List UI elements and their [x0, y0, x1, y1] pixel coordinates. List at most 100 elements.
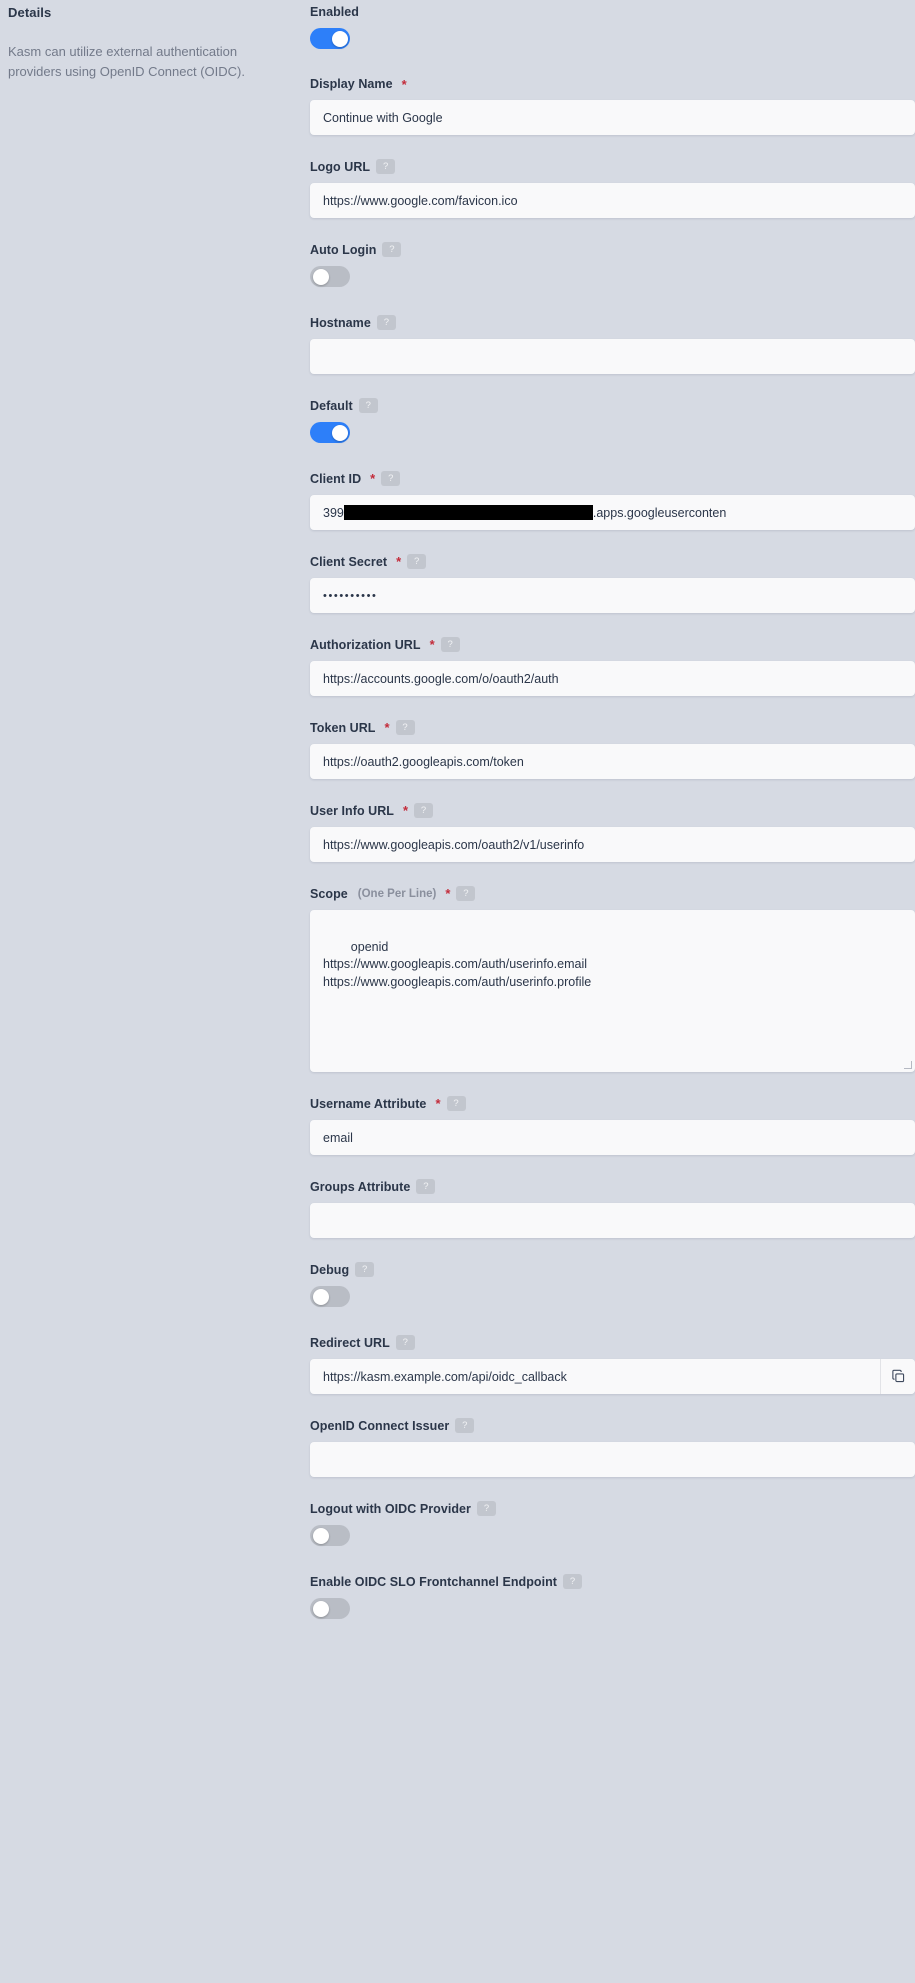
- user-info-url-input[interactable]: https://www.googleapis.com/oauth2/v1/use…: [310, 827, 915, 862]
- field-default: Default ?: [310, 398, 915, 443]
- label-row-user-info-url: User Info URL * ?: [310, 803, 915, 818]
- redirect-url-input[interactable]: https://kasm.example.com/api/oidc_callba…: [310, 1359, 880, 1394]
- label-logout-with-oidc-provider: Logout with OIDC Provider: [310, 1501, 471, 1516]
- field-client-id: Client ID * ? 399 .apps.googleuserconten: [310, 471, 915, 530]
- help-icon[interactable]: ?: [440, 637, 460, 652]
- resize-handle-icon[interactable]: [904, 1061, 913, 1070]
- help-icon[interactable]: ?: [563, 1574, 582, 1589]
- client-id-suffix: .apps.googleuserconten: [592, 505, 727, 520]
- label-row-client-id: Client ID * ?: [310, 471, 915, 486]
- toggle-default[interactable]: [310, 422, 350, 443]
- toggle-debug[interactable]: [310, 1286, 350, 1307]
- label-row-groups-attribute: Groups Attribute ?: [310, 1179, 915, 1194]
- label-logo-url: Logo URL: [310, 159, 371, 174]
- toggle-logout-with-oidc-provider[interactable]: [310, 1525, 350, 1546]
- details-description: Kasm can utilize external authentication…: [8, 44, 245, 79]
- help-icon[interactable]: ?: [355, 1262, 375, 1277]
- help-icon[interactable]: ?: [395, 720, 415, 735]
- help-icon[interactable]: ?: [376, 315, 396, 330]
- label-row-default: Default ?: [310, 398, 915, 413]
- field-client-secret: Client Secret * ? ••••••••••: [310, 554, 915, 613]
- field-token-url: Token URL * ? https://oauth2.googleapis.…: [310, 720, 915, 779]
- oidc-settings-page: Details Kasm can utilize external authen…: [0, 0, 915, 1983]
- label-debug: Debug: [310, 1262, 350, 1277]
- help-icon[interactable]: ?: [476, 1501, 496, 1516]
- help-icon[interactable]: ?: [456, 886, 476, 901]
- required-marker: *: [429, 637, 435, 652]
- label-scope: Scope: [310, 886, 348, 901]
- field-authorization-url: Authorization URL * ? https://accounts.g…: [310, 637, 915, 696]
- toggle-auto-login[interactable]: [310, 266, 350, 287]
- toggle-enabled[interactable]: [310, 28, 350, 49]
- groups-attribute-input[interactable]: [310, 1203, 915, 1238]
- authorization-url-input[interactable]: https://accounts.google.com/o/oauth2/aut…: [310, 661, 915, 696]
- copy-icon[interactable]: [880, 1359, 915, 1394]
- label-client-id: Client ID: [310, 471, 362, 486]
- openid-connect-issuer-input[interactable]: [310, 1442, 915, 1477]
- required-marker: *: [435, 1096, 441, 1111]
- help-icon[interactable]: ?: [381, 471, 401, 486]
- field-debug: Debug ?: [310, 1262, 915, 1307]
- toggle-knob: [331, 30, 348, 47]
- toggle-enable-oidc-slo-frontchannel-endpoint[interactable]: [310, 1598, 350, 1619]
- field-logout-with-oidc-provider: Logout with OIDC Provider ?: [310, 1501, 915, 1546]
- redaction-bar: [343, 505, 593, 520]
- help-icon[interactable]: ?: [395, 1335, 415, 1350]
- help-icon[interactable]: ?: [382, 242, 402, 257]
- page-title: Details: [8, 5, 52, 20]
- label-redirect-url: Redirect URL: [310, 1335, 390, 1350]
- field-auto-login: Auto Login ?: [310, 242, 915, 287]
- label-row-openid-connect-issuer: OpenID Connect Issuer ?: [310, 1418, 915, 1433]
- label-openid-connect-issuer: OpenID Connect Issuer: [310, 1418, 450, 1433]
- client-id-input[interactable]: 399 .apps.googleuserconten: [310, 495, 915, 530]
- hostname-input[interactable]: [310, 339, 915, 374]
- details-panel: Details Kasm can utilize external authen…: [0, 0, 310, 82]
- label-row-scope: Scope (One Per Line) * ?: [310, 886, 915, 901]
- username-attribute-input[interactable]: email: [310, 1120, 915, 1155]
- toggle-knob: [312, 1527, 329, 1544]
- label-authorization-url: Authorization URL: [310, 637, 421, 652]
- scope-textarea[interactable]: openid https://www.googleapis.com/auth/u…: [310, 910, 915, 1072]
- label-enable-oidc-slo-frontchannel-endpoint: Enable OIDC SLO Frontchannel Endpoint: [310, 1574, 557, 1589]
- help-icon[interactable]: ?: [407, 554, 427, 569]
- client-id-value: 399 .apps.googleuserconten: [323, 505, 726, 520]
- client-secret-input[interactable]: ••••••••••: [310, 578, 915, 613]
- label-row-debug: Debug ?: [310, 1262, 915, 1277]
- label-row-hostname: Hostname ?: [310, 315, 915, 330]
- field-groups-attribute: Groups Attribute ?: [310, 1179, 915, 1238]
- label-user-info-url: User Info URL: [310, 803, 394, 818]
- label-row-client-secret: Client Secret * ?: [310, 554, 915, 569]
- help-icon[interactable]: ?: [446, 1096, 466, 1111]
- field-redirect-url: Redirect URL ? https://kasm.example.com/…: [310, 1335, 915, 1394]
- help-icon[interactable]: ?: [416, 1179, 436, 1194]
- label-token-url: Token URL: [310, 720, 376, 735]
- help-icon[interactable]: ?: [376, 159, 396, 174]
- label-row-token-url: Token URL * ?: [310, 720, 915, 735]
- field-scope: Scope (One Per Line) * ? openid https://…: [310, 886, 915, 1072]
- label-row-logout-with-oidc-provider: Logout with OIDC Provider ?: [310, 1501, 915, 1516]
- help-icon[interactable]: ?: [455, 1418, 475, 1433]
- help-icon[interactable]: ?: [414, 803, 434, 818]
- label-row-redirect-url: Redirect URL ?: [310, 1335, 915, 1350]
- field-logo-url: Logo URL ? https://www.google.com/favico…: [310, 159, 915, 218]
- required-marker: *: [403, 803, 409, 818]
- logo-url-input[interactable]: https://www.google.com/favicon.ico: [310, 183, 915, 218]
- help-icon[interactable]: ?: [358, 398, 378, 413]
- label-row-enable-oidc-slo-frontchannel-endpoint: Enable OIDC SLO Frontchannel Endpoint ?: [310, 1574, 915, 1589]
- token-url-input[interactable]: https://oauth2.googleapis.com/token: [310, 744, 915, 779]
- field-enabled: Enabled: [310, 5, 915, 49]
- display-name-input[interactable]: Continue with Google: [310, 100, 915, 135]
- redirect-url-group: https://kasm.example.com/api/oidc_callba…: [310, 1359, 915, 1394]
- field-hostname: Hostname ?: [310, 315, 915, 374]
